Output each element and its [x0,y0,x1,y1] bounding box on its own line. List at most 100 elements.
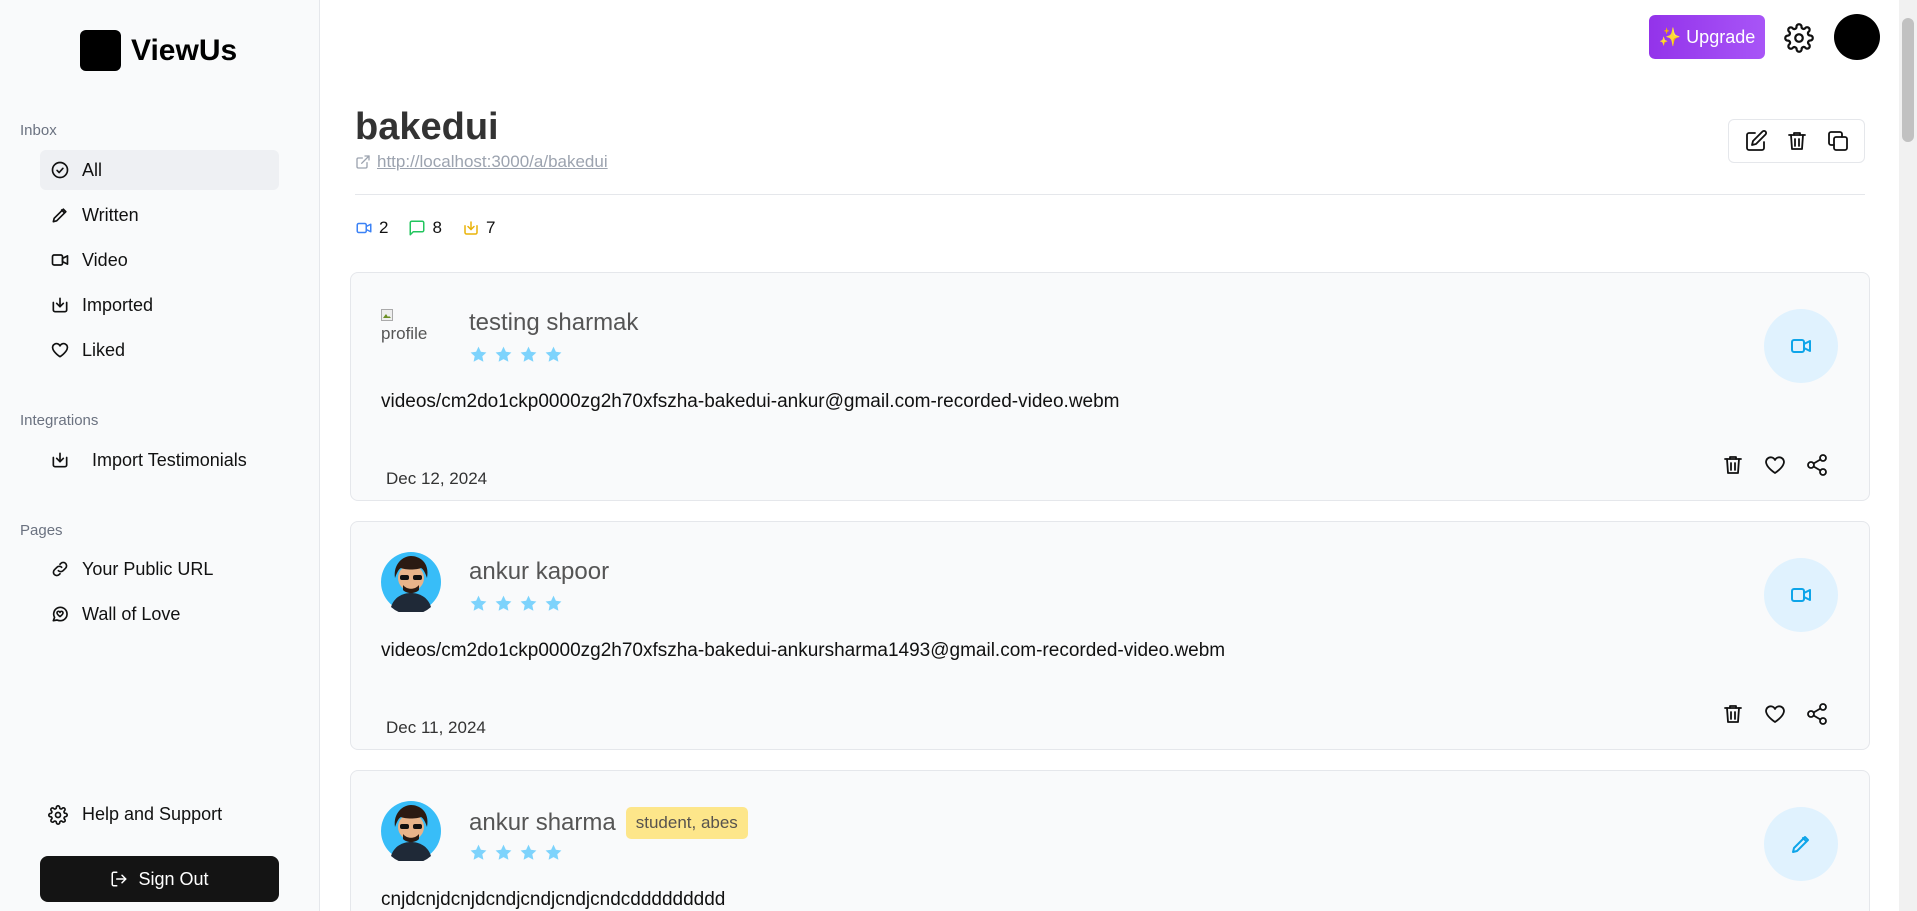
testimonial-date: Dec 11, 2024 [386,718,486,737]
sidebar-item-label: Liked [82,339,126,360]
star-icon [495,346,512,362]
import-icon [464,221,478,235]
space-url-link[interactable]: http://localhost:3000/a/bakedui [377,152,608,172]
section-label-integrations: Integrations [20,412,99,429]
space-url: http://localhost:3000/a/bakedui [355,152,608,172]
imported-count: 7 [462,218,495,238]
card-actions [1721,702,1829,726]
star-icon [545,346,562,362]
sidebar-item-label: All [82,159,103,180]
sidebar-item-liked[interactable]: Liked [40,330,279,370]
link-icon [52,561,68,577]
heart-chat-icon [52,606,68,622]
testimonial-text: cnjdcnjdcnjdcndjcndjcndjcndcddddddddd [381,889,726,910]
sidebar-item-label: Your Public URL [82,558,214,579]
logo-icon [80,30,121,71]
edit-icon[interactable] [1744,129,1768,153]
sidebar-item-written[interactable]: Written [40,195,279,235]
video-count-value: 2 [379,218,389,237]
star-icon [520,844,537,860]
sidebar-item-label: Video [82,249,128,270]
reviewer-name-text: testing sharmak [469,309,639,336]
share-icon[interactable] [1805,453,1829,477]
avatar-alt: profile [381,324,428,343]
help-and-support-link[interactable]: Help and Support [48,804,222,825]
heart-icon[interactable] [1763,702,1787,726]
upgrade-button[interactable]: ✨ Upgrade [1649,15,1765,59]
logout-icon [111,871,127,887]
help-label: Help and Support [82,804,223,824]
trash-icon[interactable] [1721,702,1745,726]
heart-icon [51,342,69,358]
video-icon [356,222,372,234]
testimonial-card[interactable]: ankur kapoor videos/cm2do1ckp0000zg2h70x… [350,521,1870,750]
video-icon [51,254,69,266]
trash-icon[interactable] [1785,129,1809,153]
heart-icon[interactable] [1763,453,1787,477]
app-name: ViewUs [131,33,238,67]
scrollbar-thumb[interactable] [1902,18,1914,142]
space-title: bakedui [355,106,499,148]
testimonial-card[interactable]: profile testing sharmak videos/cm2do1ckp… [350,272,1870,501]
section-label-pages: Pages [20,522,63,539]
import-icon [52,452,68,468]
video-type-button[interactable] [1764,309,1838,383]
sidebar-item-import-testimonials[interactable]: Import Testimonials [40,440,279,480]
star-icon [545,595,562,611]
gear-icon [48,804,68,825]
space-actions [1728,119,1865,163]
user-avatar[interactable] [1834,14,1880,60]
star-icon [520,595,537,611]
video-icon [1791,588,1811,602]
sidebar-item-all[interactable]: All [40,150,279,190]
sidebar-item-label: Written [82,204,139,225]
written-count: 8 [408,218,442,238]
sidebar-item-video[interactable]: Video [40,240,279,280]
reviewer-name: ankur sharma student, abes [469,807,748,839]
star-icon [470,346,487,362]
settings-gear-icon[interactable] [1784,23,1814,53]
imported-count-value: 7 [485,218,496,237]
star-icon [470,595,487,611]
star-rating [469,345,563,364]
video-count: 2 [355,218,388,238]
star-rating [469,594,563,613]
video-icon [1791,339,1811,353]
testimonial-text: videos/cm2do1ckp0000zg2h70xfszha-bakedui… [381,391,1120,412]
reviewer-tag: student, abes [625,807,748,839]
section-label-inbox: Inbox [20,122,57,139]
reviewer-name-text: ankur sharma [469,809,616,836]
pencil-icon [1792,836,1809,853]
external-link-icon [356,155,370,169]
header-divider [355,194,1865,195]
testimonial-date: Dec 12, 2024 [386,469,488,488]
brand[interactable]: ViewUs [80,30,237,71]
sidebar-item-imported[interactable]: Imported [40,285,279,325]
testimonial-card[interactable]: ankur sharma student, abes cnjdcnjdcnjdc… [350,770,1870,911]
pencil-icon [52,208,67,223]
sidebar-item-label: Import Testimonials [92,449,247,470]
written-type-button[interactable] [1764,807,1838,881]
sidebar-item-public-url[interactable]: Your Public URL [40,549,279,589]
broken-image-icon [381,309,393,321]
sign-out-button[interactable]: Sign Out [40,856,279,902]
star-icon [495,595,512,611]
avatar-image [381,801,441,861]
check-circle-icon [51,161,69,179]
star-icon [495,844,512,860]
trash-icon[interactable] [1721,453,1745,477]
sidebar-item-label: Wall of Love [82,603,181,624]
sidebar-item-wall-of-love[interactable]: Wall of Love [40,594,279,634]
sidebar-item-label: Imported [82,294,154,315]
reviewer-name: testing sharmak [469,309,638,337]
video-type-button[interactable] [1764,558,1838,632]
reviewer-name: ankur kapoor [469,558,609,586]
card-actions [1721,453,1829,477]
avatar-image [381,552,441,612]
written-count-value: 8 [432,218,442,237]
testimonial-counts: 2 8 7 [355,218,495,238]
copy-icon[interactable] [1826,129,1850,153]
page-scrollbar[interactable] [1899,0,1917,911]
share-icon[interactable] [1805,702,1829,726]
star-icon [545,844,562,860]
